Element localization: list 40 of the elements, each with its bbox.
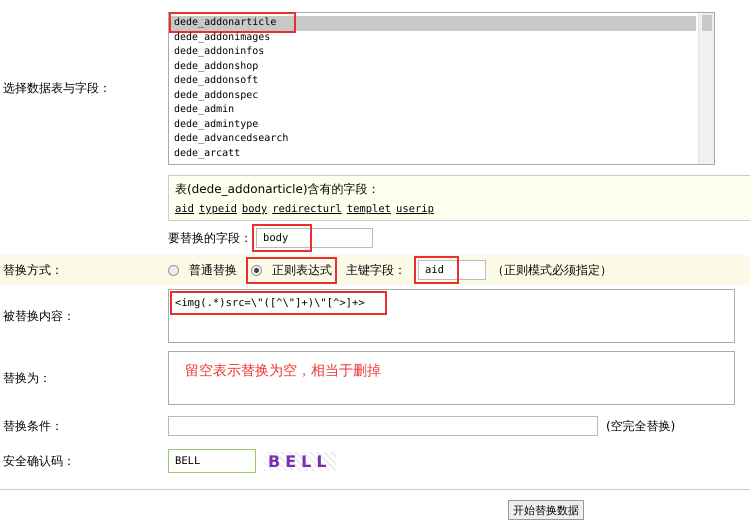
input-text: <img(.*)src=\"([^\"]+)\"[^>]+> — [175, 296, 365, 310]
list-item[interactable]: dede_addonspec — [171, 88, 696, 103]
list-item[interactable]: dede_addoninfos — [171, 45, 696, 60]
list-item[interactable]: dede_addonsoft — [171, 74, 696, 88]
table-listbox[interactable]: dede_addonarticle dede_addonimages dede_addoninfos dede_addonshop dede_addonsoft dede_addonspec dede_admin dede_admintype dede_advancedsearch dede_arcatt — [168, 12, 715, 165]
text-area[interactable]: 留空表示替换为空，相当于删掉 — [168, 351, 735, 405]
field-label: 选择数据表与字段： — [2, 80, 112, 97]
captcha-image: BELL — [264, 452, 336, 470]
scrollbar[interactable] — [698, 13, 714, 164]
input-field[interactable]: BELL — [168, 449, 256, 473]
submit-button[interactable]: 开始替换数据 — [508, 500, 584, 520]
fields-title: 表(dede_addonarticle)含有的字段： — [175, 181, 381, 198]
list-item[interactable]: dede_advancedsearch — [171, 132, 696, 146]
field-link[interactable]: templet — [346, 203, 392, 215]
input-field[interactable] — [168, 416, 598, 436]
annotation-text: 留空表示替换为空，相当于删掉 — [185, 362, 381, 380]
list-item[interactable]: dede_addonimages — [171, 30, 696, 45]
radio-label[interactable]: 正则表达式 — [272, 262, 332, 278]
field-link[interactable]: body — [242, 203, 268, 215]
field-link[interactable]: aid — [175, 203, 194, 215]
text-area[interactable]: <img(.*)src=\"([^\"]+)\"[^>]+> — [168, 289, 735, 343]
field-link[interactable]: typeid — [198, 203, 237, 215]
field-label: 被替换内容： — [2, 308, 76, 324]
field-link[interactable]: userip — [396, 203, 434, 215]
list-item[interactable]: dede_addonshop — [171, 60, 696, 74]
field-label: 主键字段： — [346, 262, 406, 278]
radio-label[interactable]: 普通替换 — [189, 262, 237, 278]
hint-text: (空完全替换) — [606, 418, 676, 434]
field-label: 替换方式： — [2, 262, 64, 278]
hint-text: （正则模式必须指定） — [492, 262, 612, 278]
field-label: 替换条件： — [2, 418, 64, 434]
list-item[interactable]: dede_admin — [171, 103, 696, 118]
field-label: 替换为： — [2, 370, 52, 386]
field-label: 要替换的字段： — [168, 230, 252, 246]
field-label: 安全确认码： — [2, 452, 76, 470]
field-link[interactable]: redirecturl — [272, 203, 342, 215]
list-item[interactable]: dede_admintype — [171, 118, 696, 132]
radio-button[interactable] — [168, 264, 179, 276]
radio-button[interactable] — [251, 264, 262, 276]
list-item[interactable]: dede_arcatt — [171, 146, 696, 161]
